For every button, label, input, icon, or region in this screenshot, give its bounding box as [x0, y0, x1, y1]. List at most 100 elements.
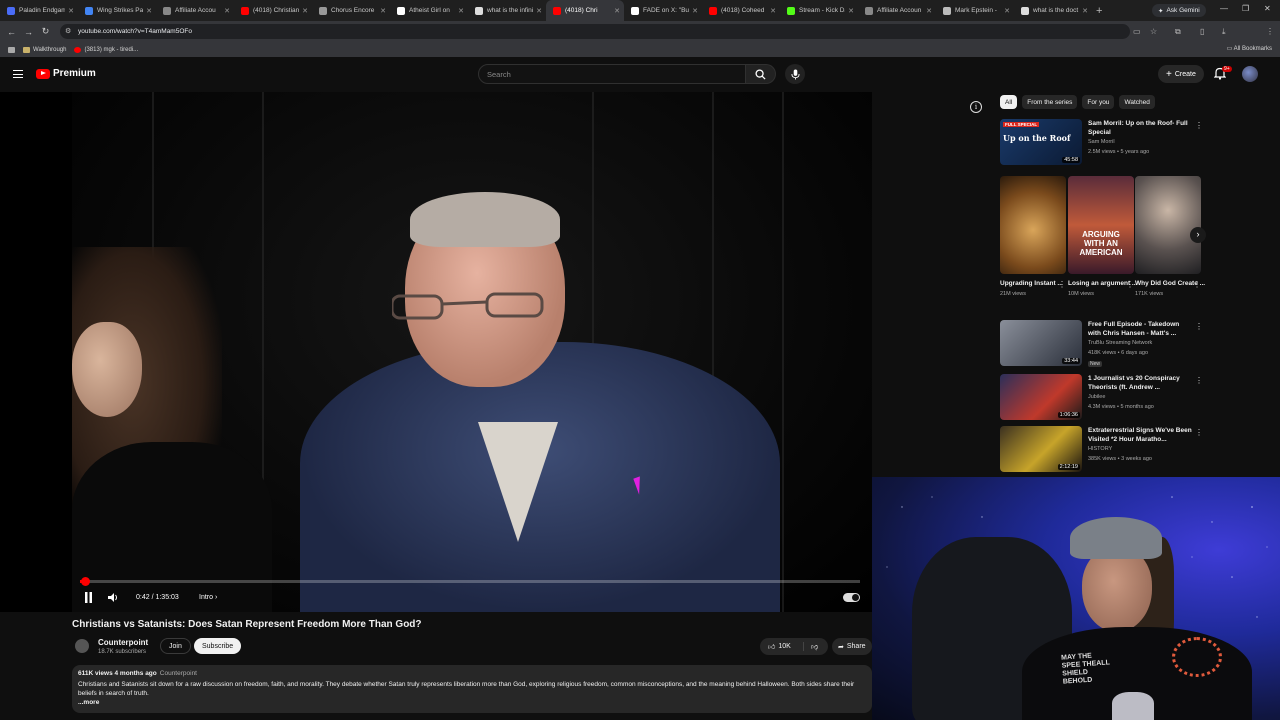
chevron-right-icon[interactable]: › — [1190, 227, 1206, 243]
tab-close-icon[interactable]: ✕ — [692, 7, 698, 15]
rec-channel[interactable]: Sam Morril — [1088, 139, 1115, 145]
more-options-icon[interactable]: ⋮ — [1195, 121, 1203, 130]
browser-tab[interactable]: Mark Epstein - ✕ — [936, 0, 1014, 21]
bookmark-star-icon[interactable]: ☆ — [1150, 27, 1157, 36]
tab-close-icon[interactable]: ✕ — [146, 7, 152, 15]
new-tab-button[interactable]: + — [1096, 5, 1102, 17]
more-options-icon[interactable]: ⋮ — [1193, 280, 1201, 289]
pause-icon[interactable] — [84, 592, 93, 603]
chip-from-the-series[interactable]: From the series — [1022, 95, 1078, 109]
short-item[interactable]: Upgrading Instant ... 21M views ⋮ — [1000, 176, 1066, 297]
browser-tab[interactable]: Affiliate Accoun ✕ — [858, 0, 936, 21]
short-item[interactable]: ARGUING WITH AN AMERICAN Losing an argum… — [1068, 176, 1137, 297]
reload-icon[interactable]: ↻ — [37, 26, 54, 37]
extensions-icon[interactable]: ⧉ — [1175, 27, 1181, 37]
show-more-link[interactable]: ...more — [78, 699, 866, 706]
more-options-icon[interactable]: ⋮ — [1195, 428, 1203, 437]
forward-icon[interactable]: → — [20, 27, 37, 37]
tab-close-icon[interactable]: ✕ — [1004, 7, 1010, 15]
browser-tab[interactable]: (4018) Chri ✕ — [546, 0, 624, 21]
url-bar[interactable]: ⚙ youtube.com/watch?v=T4amMam5OFo — [60, 24, 1130, 39]
browser-tab[interactable]: Affiliate Accou ✕ — [156, 0, 234, 21]
browser-tab[interactable]: Paladin Endgam ✕ — [0, 0, 78, 21]
menu-icon[interactable] — [13, 70, 23, 78]
rec-channel[interactable]: TruBlu Streaming Network — [1088, 340, 1152, 346]
video-thumbnail[interactable]: 33:44 — [1000, 320, 1082, 366]
subscribe-button[interactable]: Subscribe — [194, 638, 242, 654]
browser-tab[interactable]: Stream - Kick Da ✕ — [780, 0, 858, 21]
back-icon[interactable]: ← — [3, 27, 20, 37]
site-info-icon[interactable]: ⚙ — [65, 27, 71, 35]
tab-close-icon[interactable]: ✕ — [536, 7, 542, 15]
rec-channel[interactable]: Jubilee — [1088, 394, 1105, 400]
short-title[interactable]: Why Did God Create ... — [1135, 280, 1205, 289]
tab-close-icon[interactable]: ✕ — [926, 7, 932, 15]
tab-close-icon[interactable]: ✕ — [848, 7, 854, 15]
chip-for-you[interactable]: For you — [1082, 95, 1115, 109]
chapter-button[interactable]: Intro › — [199, 594, 217, 601]
tab-close-icon[interactable]: ✕ — [458, 7, 464, 15]
dislike-button[interactable]: 👎︎ — [804, 642, 818, 651]
bookmark-walkthrough[interactable]: Walkthrough — [23, 46, 66, 53]
browser-menu-icon[interactable]: ⋮ — [1266, 27, 1274, 36]
recommended-video[interactable]: 1:06:36 1 Journalist vs 20 Conspiracy Th… — [1000, 374, 1203, 422]
browser-tab[interactable]: (4018) Christian ✕ — [234, 0, 312, 21]
browser-tab[interactable]: FADE on X: "Bu ✕ — [624, 0, 702, 21]
browser-tab[interactable]: Atheist Girl on ✕ — [390, 0, 468, 21]
rec-title[interactable]: Extraterrestrial Signs We've Been Visite… — [1088, 427, 1192, 444]
share-button[interactable]: ➦ Share — [832, 638, 872, 655]
chip-watched[interactable]: Watched — [1119, 95, 1155, 109]
rec-title[interactable]: Sam Morril: Up on the Roof- Full Special — [1088, 120, 1192, 137]
short-title[interactable]: Losing an argument ... — [1068, 280, 1137, 289]
tab-close-icon[interactable]: ✕ — [68, 7, 74, 15]
short-thumbnail[interactable] — [1135, 176, 1201, 274]
autoplay-toggle[interactable] — [843, 593, 860, 602]
more-options-icon[interactable]: ⋮ — [1195, 322, 1203, 331]
sidebar-icon[interactable]: ▯ — [1200, 27, 1204, 36]
browser-tab[interactable]: Chorus Encore ✕ — [312, 0, 390, 21]
more-options-icon[interactable]: ⋮ — [1195, 376, 1203, 385]
all-bookmarks-button[interactable]: ▭ All Bookmarks — [1227, 45, 1272, 52]
recommended-video[interactable]: FULL SPECIAL Up on the Roof 45:58 Sam Mo… — [1000, 119, 1203, 167]
browser-tab[interactable]: what is the infini ✕ — [468, 0, 546, 21]
tab-close-icon[interactable]: ✕ — [224, 7, 230, 15]
short-thumbnail[interactable] — [1000, 176, 1066, 274]
channel-tag[interactable]: Counterpoint — [160, 670, 197, 677]
restore-icon[interactable]: ❐ — [1242, 4, 1249, 13]
rec-title[interactable]: 1 Journalist vs 20 Conspiracy Theorists … — [1088, 375, 1192, 392]
tab-close-icon[interactable]: ✕ — [614, 7, 620, 15]
recommended-video[interactable]: 2:12:19 Extraterrestrial Signs We've Bee… — [1000, 426, 1203, 474]
video-thumbnail[interactable]: 1:06:36 — [1000, 374, 1082, 420]
volume-icon[interactable] — [108, 592, 119, 603]
close-window-icon[interactable]: ✕ — [1264, 4, 1271, 13]
chip-all[interactable]: All — [1000, 95, 1018, 109]
download-icon[interactable]: ⤓ — [1222, 27, 1226, 37]
browser-tab[interactable]: (4018) Coheed ✕ — [702, 0, 780, 21]
video-player[interactable] — [0, 92, 872, 612]
more-options-icon[interactable]: ⋮ — [1126, 280, 1134, 289]
tab-close-icon[interactable]: ✕ — [770, 7, 776, 15]
channel-name[interactable]: Counterpoint — [98, 638, 148, 647]
search-button[interactable] — [746, 64, 776, 84]
short-title[interactable]: Upgrading Instant ... — [1000, 280, 1066, 289]
like-button[interactable]: 👍︎ 10K — [760, 642, 804, 651]
rec-channel[interactable]: HISTORY — [1088, 446, 1112, 452]
search-input[interactable]: Search — [478, 64, 746, 84]
more-options-icon[interactable]: ⋮ — [1058, 280, 1066, 289]
rec-title[interactable]: Free Full Episode - Takedown with Chris … — [1088, 321, 1192, 338]
browser-tab[interactable]: what is the doct ✕ — [1014, 0, 1092, 21]
apps-icon[interactable] — [8, 46, 15, 53]
voice-search-button[interactable] — [785, 64, 805, 84]
create-button[interactable]: + Create — [1158, 65, 1204, 83]
video-thumbnail[interactable]: FULL SPECIAL Up on the Roof 45:58 — [1000, 119, 1082, 165]
browser-tab[interactable]: Wing Strikes Pa ✕ — [78, 0, 156, 21]
minimize-icon[interactable]: — — [1220, 4, 1228, 13]
cast-icon[interactable]: ▭ — [1133, 27, 1141, 36]
info-icon[interactable]: i — [970, 101, 982, 113]
ask-gemini-button[interactable]: ✦ Ask Gemini — [1152, 4, 1206, 17]
account-avatar[interactable] — [1242, 66, 1258, 82]
bookmark-mgk[interactable]: (3813) mgk - tiredi... — [74, 46, 138, 53]
youtube-logo[interactable]: Premium — [36, 68, 96, 79]
join-button[interactable]: Join — [160, 638, 191, 654]
channel-avatar[interactable] — [75, 639, 89, 653]
